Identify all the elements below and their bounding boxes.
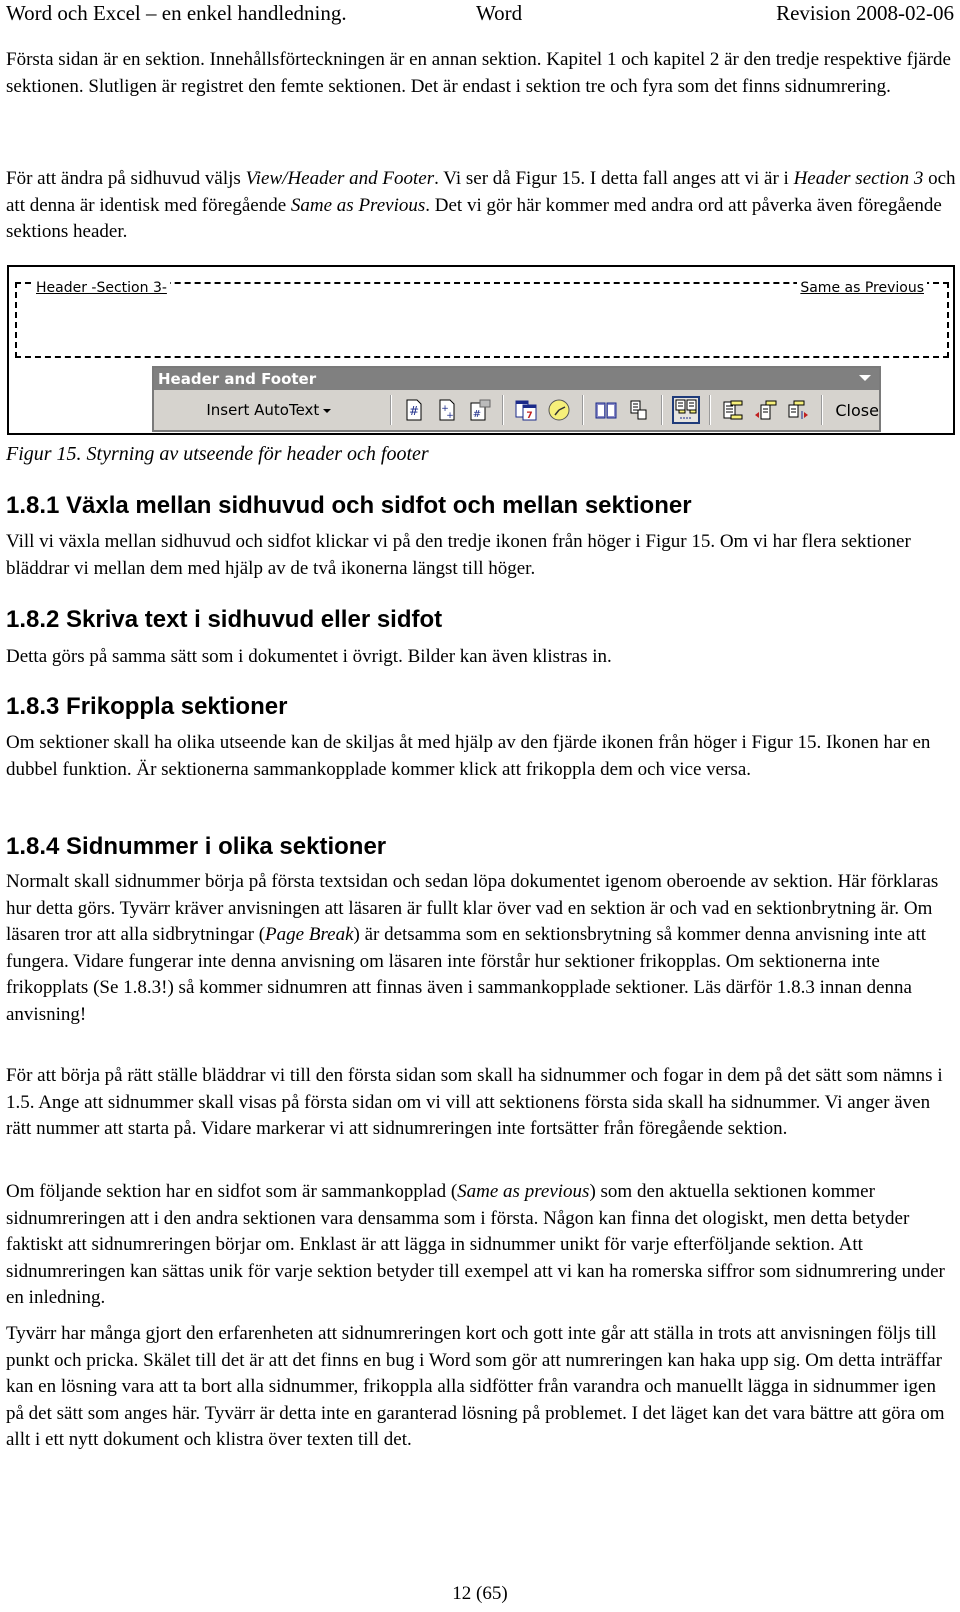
toolbar-options-arrow-icon[interactable] — [859, 375, 871, 381]
format-page-number-button[interactable]: # — [466, 396, 493, 424]
figure-header-footer: Header -Section 3- Same as Previous Head… — [7, 265, 955, 435]
section-1-8-4-paragraph-4: Tyvärr har många gjort den erfarenheten … — [6, 1323, 945, 1450]
section-text-1-8-2: Detta görs på samma sätt som i dokumente… — [6, 646, 612, 667]
format-page-number-icon: # — [470, 399, 491, 421]
page-setup-icon — [595, 402, 617, 419]
svg-text:+: + — [446, 411, 454, 421]
svg-text:#: # — [409, 404, 419, 418]
toolbar-buttons: Insert AutoText # + + # 7 Close — [154, 390, 879, 430]
toolbar-title: Header and Footer — [158, 370, 317, 388]
section-1-8-4-paragraph-1: Normalt skall sidnummer börja på första … — [6, 871, 939, 1025]
figure-caption: Figur 15. Styrning av utseende för heade… — [6, 443, 429, 465]
running-header-chapter: Word — [476, 1, 523, 25]
link-to-previous-icon — [675, 399, 697, 419]
running-header: Word och Excel – en enkel handledning. W… — [6, 0, 954, 28]
section-text-1-8-3: Om sektioner skall ha olika utseende kan… — [6, 732, 931, 780]
toolbar-separator — [389, 395, 392, 425]
section-heading-1-8-4: 1.8.4 Sidnummer i olika sektioner — [6, 833, 387, 860]
section-heading-1-8-2: 1.8.2 Skriva text i sidhuvud eller sidfo… — [6, 606, 443, 633]
toolbar-separator — [581, 395, 584, 425]
insert-time-icon — [548, 399, 570, 421]
insert-number-of-pages-icon: ++ — [439, 399, 455, 421]
switch-header-footer-button[interactable] — [720, 396, 747, 424]
close-toolbar-button[interactable]: Close — [835, 401, 879, 420]
show-hide-document-text-icon — [630, 400, 647, 420]
section-1-8-4-paragraph-3: Om följande sektion har en sidfot som är… — [6, 1181, 945, 1308]
toolbar-separator — [661, 395, 664, 425]
insert-autotext-button[interactable]: Insert AutoText — [154, 401, 384, 419]
toolbar-separator — [502, 395, 504, 425]
svg-text:#: # — [472, 409, 480, 420]
intro-paragraph-1: Första sidan är en sektion. Innehållsför… — [6, 49, 951, 97]
header-section-label: Header -Section 3- — [33, 280, 170, 296]
insert-page-number-button[interactable]: # — [401, 396, 428, 424]
section-text-1-8-1: Vill vi växla mellan sidhuvud och sidfot… — [6, 531, 911, 579]
section-heading-1-8-1: 1.8.1 Växla mellan sidhuvud och sidfot o… — [6, 492, 692, 519]
toolbar-title-bar[interactable]: Header and Footer — [154, 368, 879, 390]
running-header-revision: Revision 2008-02-06 — [776, 1, 954, 25]
page-number: 12 (65) — [452, 1583, 508, 1604]
running-header-title: Word och Excel – en enkel handledning. — [6, 1, 347, 25]
show-previous-icon — [755, 400, 777, 420]
link-to-previous-button[interactable] — [672, 396, 701, 424]
intro-paragraph-2: För att ändra på sidhuvud väljs View/Hea… — [6, 168, 956, 242]
chevron-down-icon — [323, 408, 332, 413]
show-hide-document-text-button[interactable] — [625, 396, 652, 424]
show-next-icon — [788, 400, 809, 419]
insert-page-number-icon: # — [406, 399, 422, 421]
insert-number-of-pages-button[interactable]: + + — [433, 396, 460, 424]
header-area[interactable]: Header -Section 3- Same as Previous — [15, 280, 949, 358]
toolbar-separator — [709, 395, 712, 425]
header-footer-toolbar: Header and Footer Insert AutoText # + + #… — [152, 366, 881, 432]
svg-text:7: 7 — [527, 411, 533, 421]
insert-date-icon: 7 — [515, 400, 537, 421]
toolbar-separator — [821, 395, 824, 425]
page-setup-button[interactable] — [593, 396, 620, 424]
switch-header-footer-icon — [723, 400, 743, 420]
show-previous-button[interactable] — [753, 396, 780, 424]
section-1-8-4-paragraph-2: För att börja på rätt ställe bläddrar vi… — [6, 1065, 943, 1139]
insert-time-button[interactable] — [546, 396, 573, 424]
show-next-button[interactable] — [786, 396, 813, 424]
section-heading-1-8-3: 1.8.3 Frikoppla sektioner — [6, 693, 288, 720]
same-as-previous-label: Same as Previous — [797, 280, 927, 296]
insert-date-button[interactable]: 7 — [513, 396, 540, 424]
